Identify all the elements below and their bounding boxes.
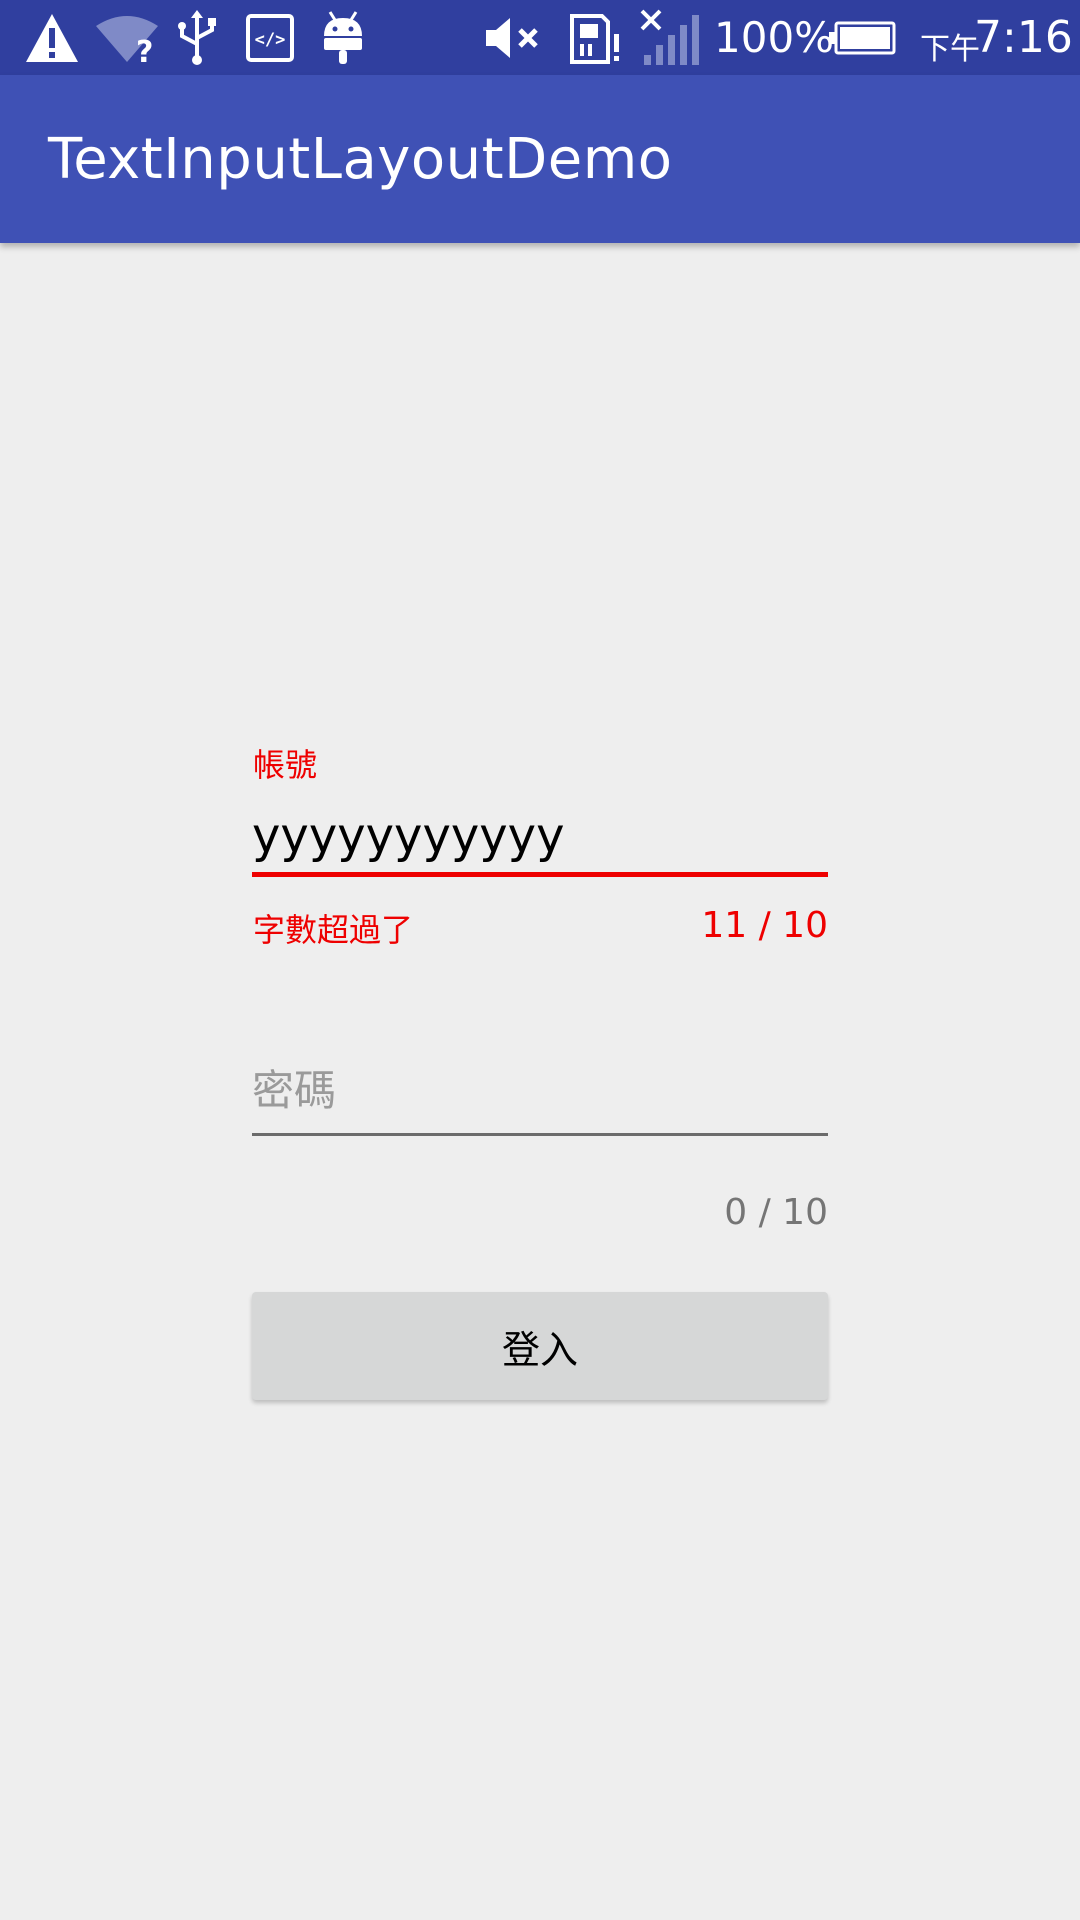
password-input[interactable] bbox=[252, 1066, 828, 1115]
warning-icon bbox=[22, 0, 82, 75]
time-prefix: 下午 bbox=[920, 31, 980, 67]
android-icon bbox=[318, 0, 368, 75]
usb-icon bbox=[172, 0, 222, 75]
status-time: 7:16 bbox=[974, 12, 1073, 63]
svg-text:</>: </> bbox=[255, 30, 286, 50]
password-char-counter: 0 / 10 bbox=[724, 1192, 828, 1233]
app-title: TextInputLayoutDemo bbox=[48, 126, 673, 192]
app-bar: TextInputLayoutDemo bbox=[0, 75, 1080, 243]
password-underline bbox=[252, 1133, 828, 1136]
no-signal-icon bbox=[638, 0, 702, 75]
account-input[interactable] bbox=[252, 808, 828, 864]
code-icon: </> bbox=[244, 0, 296, 75]
account-underline bbox=[252, 872, 828, 877]
sd-card-alert-icon bbox=[566, 0, 626, 75]
wifi-question-icon: ? bbox=[92, 0, 162, 75]
battery-icon bbox=[826, 0, 898, 75]
login-button[interactable]: 登入 bbox=[252, 1292, 828, 1400]
status-bar: ? </> 100% 下午 7:16 bbox=[0, 0, 1080, 75]
battery-percent: 100% bbox=[714, 13, 835, 62]
account-char-counter: 11 / 10 bbox=[701, 905, 828, 946]
svg-text:?: ? bbox=[136, 35, 153, 64]
account-error-message: 字數超過了 bbox=[253, 911, 414, 949]
account-floating-label: 帳號 bbox=[253, 746, 318, 784]
mute-icon bbox=[482, 0, 548, 75]
